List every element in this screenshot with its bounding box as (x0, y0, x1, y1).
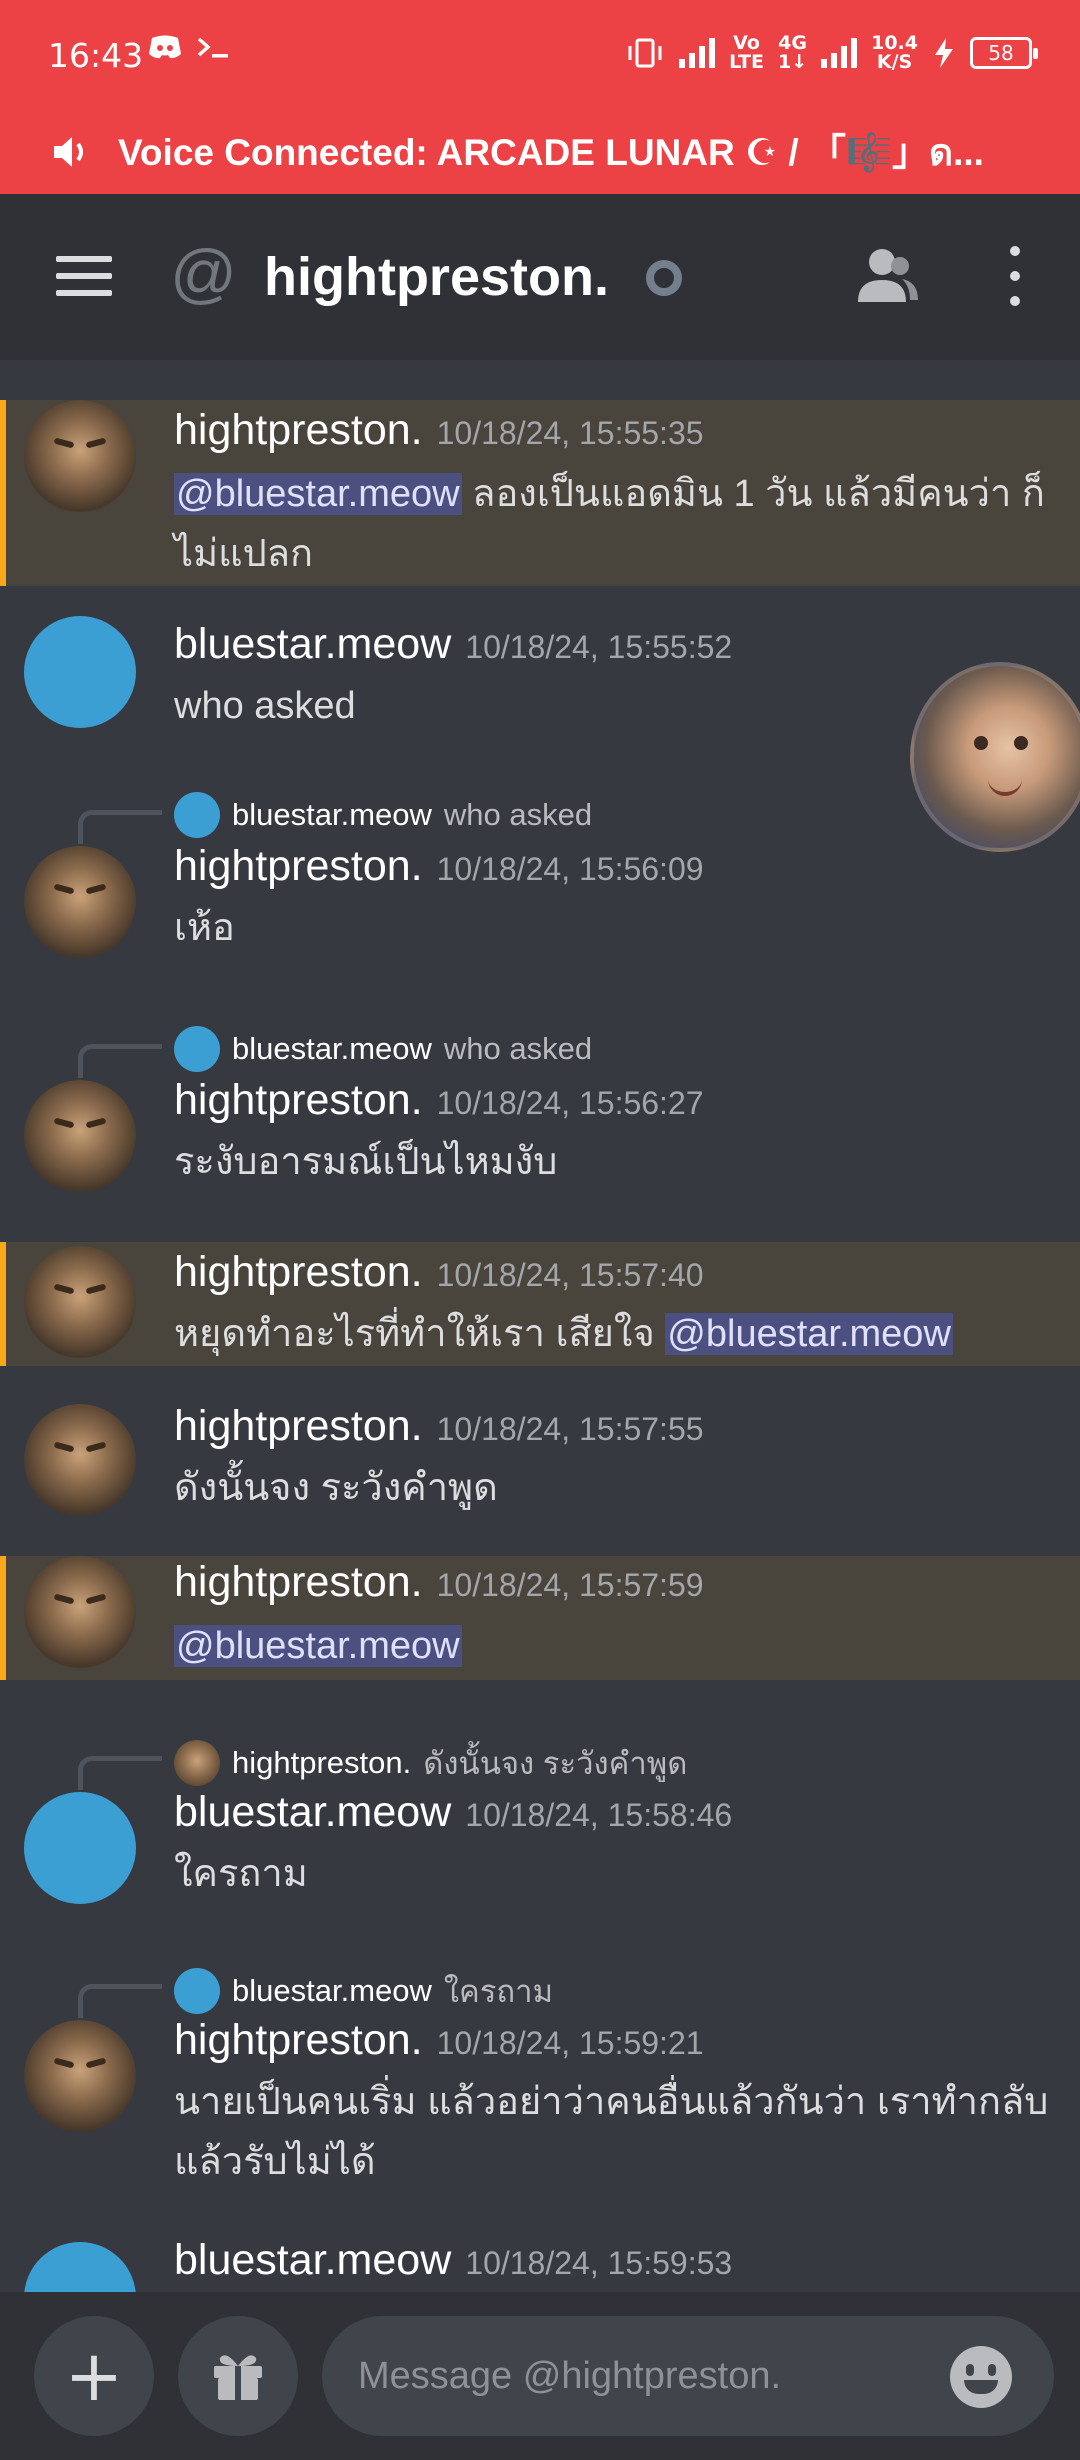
timestamp: 10/18/24, 15:58:46 (465, 1797, 733, 1833)
avatar[interactable] (24, 616, 136, 728)
clock: 16:43 (48, 36, 144, 75)
message-item[interactable]: bluestar.meow 10/18/24, 15:59:53 (0, 2236, 1080, 2292)
user-mention[interactable]: @bluestar.meow (665, 1313, 953, 1355)
offline-status-icon (646, 260, 682, 296)
author-name[interactable]: hightpreston. (174, 1402, 423, 1450)
reply-spine (78, 1756, 162, 1790)
reply-spine (78, 810, 162, 844)
reply-avatar (174, 792, 220, 838)
floating-voice-avatar[interactable] (910, 662, 1080, 852)
attach-button[interactable]: + (34, 2316, 154, 2436)
reply-author: hightpreston. (232, 1745, 412, 1780)
author-name[interactable]: hightpreston. (174, 1076, 423, 1124)
message-item[interactable]: hightpreston. 10/18/24, 15:57:40 หยุดทำอะ… (0, 1242, 1080, 1366)
avatar[interactable] (24, 1792, 136, 1904)
gift-button[interactable] (178, 2316, 298, 2436)
message-list[interactable]: hightpreston. 10/18/24, 15:55:35 @bluesta… (0, 360, 1080, 2292)
reply-preview[interactable]: bluestar.meow who asked (174, 1026, 592, 1072)
message-text: ดังนั้นจง ระวังคำพูด (174, 1467, 498, 1509)
avatar[interactable] (24, 1556, 136, 1668)
author-name[interactable]: bluestar.meow (174, 1788, 451, 1836)
timestamp: 10/18/24, 15:57:59 (436, 1567, 704, 1603)
avatar[interactable] (24, 400, 136, 512)
author-name[interactable]: hightpreston. (174, 1248, 423, 1296)
message-text: นายเป็นคนเริ่ม แล้วอย่าว่าคนอื่นแล้วกันว… (174, 2081, 1049, 2183)
reply-author: bluestar.meow (232, 1973, 432, 2008)
avatar[interactable] (24, 2242, 136, 2292)
signal-icon-2 (821, 38, 858, 68)
timestamp: 10/18/24, 15:56:27 (436, 1085, 704, 1121)
battery-icon: 58 (970, 37, 1038, 69)
timestamp: 10/18/24, 15:55:35 (436, 415, 704, 451)
reply-text: ดังนั้นจง ระวังคำพูด (423, 1746, 688, 1781)
reply-spine (78, 1984, 162, 2018)
avatar[interactable] (24, 2020, 136, 2132)
author-name[interactable]: bluestar.meow (174, 620, 451, 668)
message-item[interactable]: bluestar.meow who asked hightpreston. 10/1… (0, 780, 1080, 960)
reply-avatar (174, 1026, 220, 1072)
reply-avatar (174, 1968, 220, 2014)
reply-author: bluestar.meow (232, 1031, 432, 1066)
user-mention[interactable]: @bluestar.meow (174, 1625, 462, 1667)
timestamp: 10/18/24, 15:59:53 (465, 2245, 733, 2281)
message-text: หยุดทำอะไรที่ทำให้เรา เสียใจ (174, 1313, 666, 1355)
reply-spine (78, 1044, 162, 1078)
signal-icon (679, 38, 716, 68)
composer-bar: + (0, 2292, 1080, 2460)
members-icon[interactable] (854, 246, 920, 306)
voice-connected-label: Voice Connected: ARCADE LUNAR ☪ / 「🎼」ด..… (118, 132, 984, 173)
status-bar: 16:43 Vo LTE 4G 1↓ 10.4 K/S 58 (0, 0, 1080, 110)
avatar[interactable] (24, 1080, 136, 1192)
reply-text: who asked (443, 1031, 593, 1066)
reply-text: who asked (443, 797, 593, 832)
reply-text: ใครถาม (443, 1974, 554, 2009)
timestamp: 10/18/24, 15:57:55 (436, 1411, 704, 1447)
avatar[interactable] (24, 846, 136, 958)
message-item[interactable]: hightpreston. 10/18/24, 15:55:35 @bluesta… (0, 400, 1080, 586)
user-mention[interactable]: @bluestar.meow (174, 473, 462, 515)
emoji-icon[interactable] (950, 2346, 1012, 2408)
author-name[interactable]: bluestar.meow (174, 2236, 451, 2284)
dm-title[interactable]: hightpreston. (264, 246, 609, 308)
charging-icon (935, 38, 953, 68)
terminal-icon (197, 37, 228, 58)
reply-preview[interactable]: hightpreston. ดังนั้นจง ระวังคำพูด (174, 1738, 687, 1788)
timestamp: 10/18/24, 15:55:52 (465, 629, 733, 665)
author-name[interactable]: hightpreston. (174, 2016, 423, 2064)
timestamp: 10/18/24, 15:56:09 (436, 851, 704, 887)
at-icon: @ (170, 236, 237, 310)
discord-icon (149, 35, 181, 59)
message-item[interactable]: hightpreston. ดังนั้นจง ระวังคำพูด bluest… (0, 1720, 1080, 1906)
timestamp: 10/18/24, 15:57:40 (436, 1257, 704, 1293)
avatar[interactable] (24, 1404, 136, 1516)
reply-preview[interactable]: bluestar.meow ใครถาม (174, 1966, 553, 2016)
reply-avatar (174, 1740, 220, 1786)
author-name[interactable]: hightpreston. (174, 842, 423, 890)
channel-header: @ hightpreston. (0, 194, 1080, 360)
author-name[interactable]: hightpreston. (174, 1558, 423, 1606)
message-item[interactable]: bluestar.meow ใครถาม hightpreston. 10/18/2… (0, 1954, 1080, 2194)
avatar[interactable] (24, 1246, 136, 1358)
message-item[interactable]: hightpreston. 10/18/24, 15:57:59 @bluesta… (0, 1556, 1080, 1680)
reply-author: bluestar.meow (232, 797, 432, 832)
message-item[interactable]: bluestar.meow who asked hightpreston. 10/1… (0, 1014, 1080, 1194)
message-text: ใครถาม (174, 1853, 308, 1895)
menu-icon[interactable] (56, 256, 112, 296)
message-text: เห้อ (174, 907, 235, 949)
message-text: ระงับอารมณ์เป็นไหมงับ (174, 1141, 558, 1183)
reply-preview[interactable]: bluestar.meow who asked (174, 792, 592, 838)
plus-icon: + (64, 2335, 124, 2417)
message-item[interactable]: hightpreston. 10/18/24, 15:57:55 ดังนั้นจ… (0, 1396, 1080, 1520)
speaker-icon (54, 137, 83, 167)
timestamp: 10/18/24, 15:59:21 (436, 2025, 704, 2061)
message-input[interactable] (322, 2316, 1054, 2436)
voice-connected-bar[interactable]: Voice Connected: ARCADE LUNAR ☪ / 「🎼」ด..… (0, 110, 1080, 194)
more-options-icon[interactable] (1000, 246, 1030, 306)
vibrate-icon (628, 38, 662, 68)
author-name[interactable]: hightpreston. (174, 406, 423, 454)
gift-icon (214, 2355, 262, 2400)
